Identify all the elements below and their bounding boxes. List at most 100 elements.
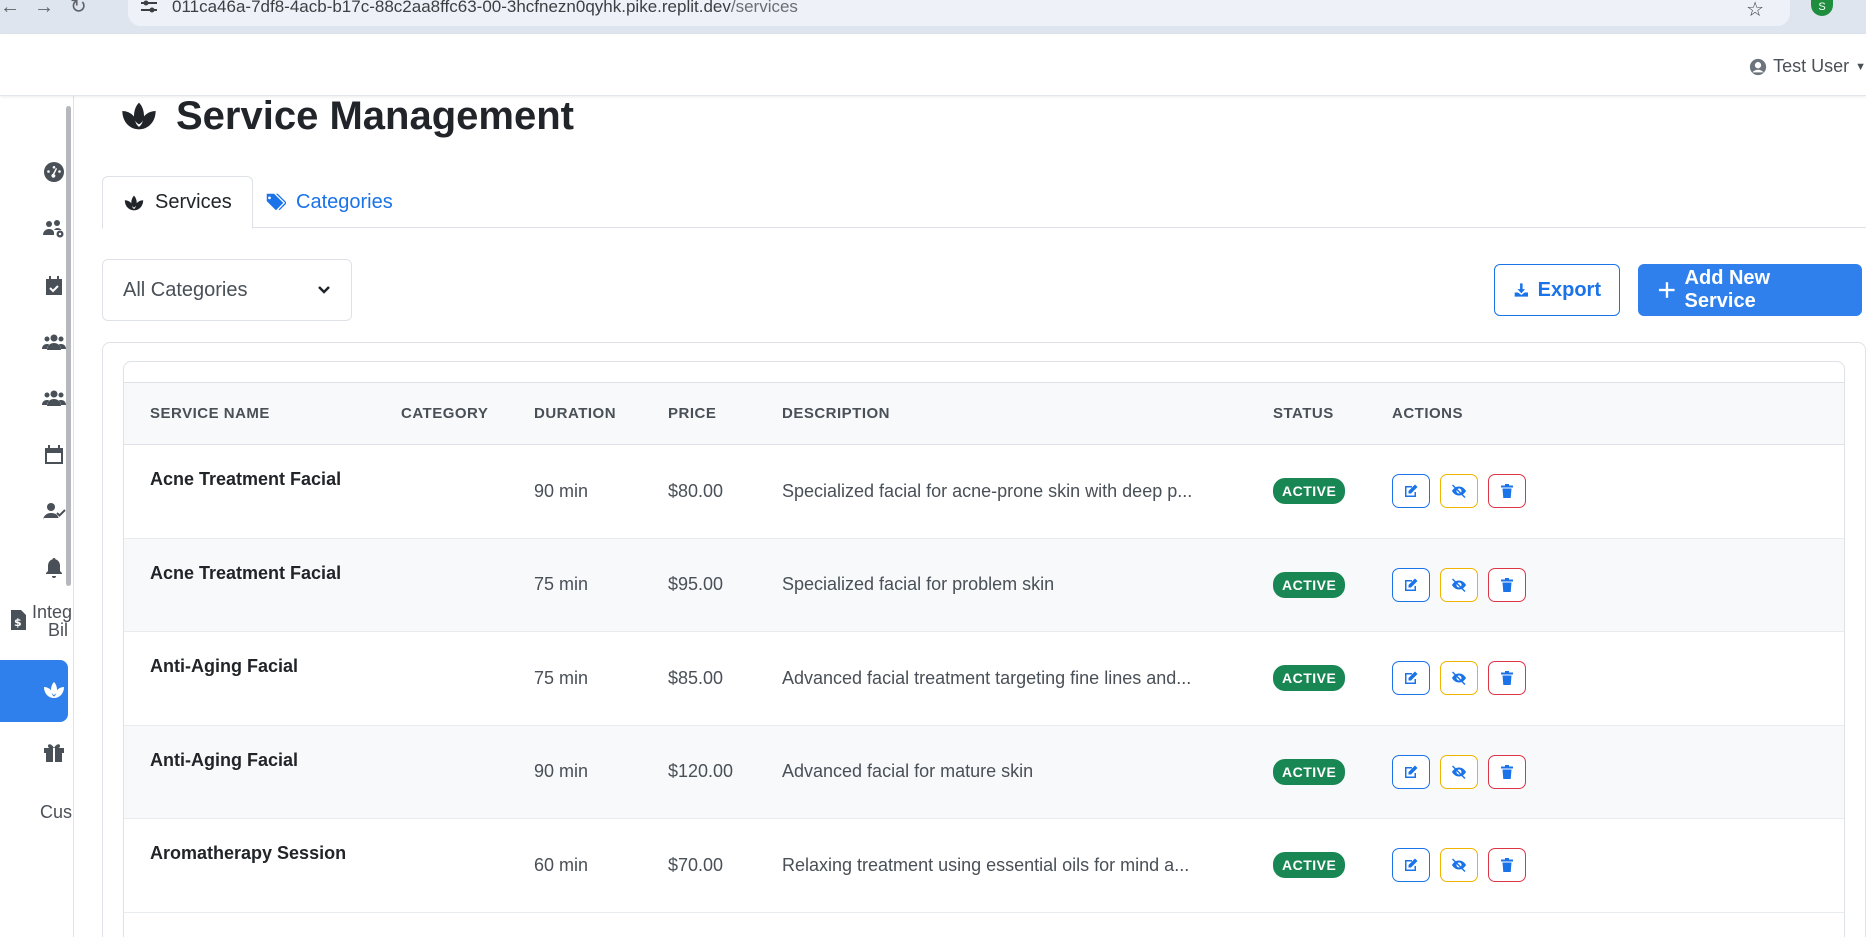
trash-icon <box>1501 577 1513 592</box>
user-name: Test User <box>1773 56 1850 76</box>
price-cell: $95.00 <box>668 574 724 595</box>
profile-avatar[interactable]: S <box>1811 0 1833 16</box>
status-badge: ACTIVE <box>1273 758 1346 785</box>
eye-slash-icon <box>1452 671 1466 686</box>
export-button[interactable]: Export <box>1494 264 1620 316</box>
delete-button[interactable] <box>1488 848 1526 883</box>
category-cell <box>375 819 508 913</box>
user-menu[interactable]: Test User ▼ <box>1749 56 1866 77</box>
price-cell: $80.00 <box>668 480 724 501</box>
tab-categories[interactable]: Categories <box>244 176 413 228</box>
delete-button[interactable] <box>1488 474 1526 509</box>
edit-button[interactable] <box>1392 567 1430 602</box>
gauge-icon <box>44 162 64 182</box>
category-filter-select[interactable]: All Categories <box>102 259 352 321</box>
toggle-visibility-button[interactable] <box>1440 754 1478 789</box>
column-header-status[interactable]: STATUS <box>1247 383 1366 445</box>
duration-cell: 90 min <box>534 761 589 782</box>
service-name-cell: Anti-Aging Facial <box>150 749 298 770</box>
tab-label: Services <box>155 191 232 213</box>
site-settings-icon[interactable] <box>140 0 158 14</box>
price-cell: $120.00 <box>668 761 734 782</box>
sidebar-item-customers[interactable]: Cus <box>0 786 72 826</box>
sidebar-item-notifications[interactable] <box>0 548 68 588</box>
actions-cell <box>1366 538 1844 632</box>
column-header-actions: ACTIONS <box>1392 405 1463 422</box>
spa-lotus-icon <box>124 195 144 210</box>
category-cell <box>375 632 508 726</box>
edit-button[interactable] <box>1392 661 1430 696</box>
status-badge: ACTIVE <box>1273 852 1346 879</box>
service-name-cell: Anti-Aging Facial <box>150 656 298 676</box>
sidebar-item-services[interactable] <box>0 660 68 722</box>
edit-icon <box>1405 765 1418 778</box>
gift-icon <box>44 744 64 762</box>
services-card: SERVICE NAME CATEGORY DURATION PRICE DES… <box>102 342 1866 937</box>
table-row[interactable]: Anti-Aging Facial 75 min $85.00 Advanced… <box>124 632 1844 726</box>
sidebar-item-dashboard[interactable] <box>0 152 68 192</box>
description-cell: Specialized facial for problem skin <box>782 574 1055 595</box>
price-cell: $70.00 <box>668 854 724 875</box>
sidebar-item-staff-settings[interactable] <box>0 209 68 249</box>
sidebar-partial-label-bil: Bil <box>48 620 69 640</box>
bookmark-star-icon[interactable]: ☆ <box>1746 0 1764 22</box>
tab-services[interactable]: Services <box>102 176 253 229</box>
status-cell: ACTIVE <box>1247 632 1366 726</box>
url-path: /services <box>730 0 798 16</box>
forward-icon[interactable]: → <box>34 0 54 17</box>
table-row[interactable]: Anti-Aging Facial 90 min $120.00 Advance… <box>124 725 1844 819</box>
tab-label: Categories <box>296 190 393 213</box>
svg-text:$: $ <box>14 616 22 629</box>
eye-slash-icon <box>1452 484 1466 499</box>
delete-button[interactable] <box>1488 567 1526 602</box>
column-header-category[interactable]: CATEGORY <box>375 383 508 445</box>
column-header-description[interactable]: DESCRIPTION <box>756 383 1247 445</box>
eye-slash-icon <box>1452 858 1466 873</box>
category-cell <box>375 445 508 539</box>
table-row[interactable]: Aromatherapy Session 60 min $70.00 Relax… <box>124 819 1844 913</box>
toggle-visibility-button[interactable] <box>1440 661 1478 696</box>
sidebar-item-integrated-billing[interactable]: $ Integ Bil <box>0 596 72 646</box>
duration-cell: 75 min <box>534 574 589 595</box>
edit-button[interactable] <box>1392 848 1430 883</box>
delete-button[interactable] <box>1488 661 1526 696</box>
edit-button[interactable] <box>1392 474 1430 509</box>
description-cell: Relaxing treatment using essential oils … <box>782 854 1190 875</box>
add-new-service-button[interactable]: Add New Service <box>1638 264 1862 316</box>
table-header-row: SERVICE NAME CATEGORY DURATION PRICE DES… <box>124 382 1844 445</box>
toggle-visibility-button[interactable] <box>1440 567 1478 602</box>
status-cell: ACTIVE <box>1247 725 1366 819</box>
toggle-visibility-button[interactable] <box>1440 848 1478 883</box>
address-bar[interactable]: 011ca46a-7df8-4acb-b17c-88c2aa8ffc63-00-… <box>128 0 1790 26</box>
table-row[interactable]: Acne Treatment Facial 90 min $80.00 Spec… <box>124 445 1844 539</box>
duration-cell: 60 min <box>534 854 589 875</box>
sidebar-item-staff[interactable] <box>0 378 68 418</box>
url-text[interactable]: 011ca46a-7df8-4acb-b17c-88c2aa8ffc63-00-… <box>172 0 798 17</box>
category-cell <box>375 725 508 819</box>
bell-icon <box>46 558 62 578</box>
back-icon[interactable]: ← <box>0 0 20 17</box>
eye-slash-icon <box>1452 765 1466 779</box>
tags-icon <box>265 193 286 211</box>
table-row[interactable]: Acne Treatment Facial 75 min $95.00 Spec… <box>124 538 1844 632</box>
column-header-duration[interactable]: DURATION <box>508 383 642 445</box>
sidebar-item-appointments[interactable] <box>0 266 68 306</box>
sidebar-item-user-check[interactable] <box>0 492 68 532</box>
toggle-visibility-button[interactable] <box>1440 474 1478 509</box>
delete-button[interactable] <box>1488 754 1526 789</box>
status-cell: ACTIVE <box>1247 538 1366 632</box>
edit-icon <box>1405 484 1418 498</box>
sidebar-item-calendar[interactable] <box>0 435 68 475</box>
column-header-service-name[interactable]: SERVICE NAME <box>124 383 375 445</box>
trash-icon <box>1501 671 1513 686</box>
description-cell: Specialized facial for acne-prone skin w… <box>782 480 1193 501</box>
sidebar-item-gifts[interactable] <box>0 732 68 772</box>
edit-button[interactable] <box>1392 754 1430 789</box>
users-icon <box>42 334 66 350</box>
calendar-check-icon <box>46 276 62 295</box>
reload-icon[interactable]: ↻ <box>70 0 87 17</box>
file-invoice-dollar-icon: $ <box>11 610 26 630</box>
sidebar-item-clients[interactable] <box>0 322 68 362</box>
services-table: SERVICE NAME CATEGORY DURATION PRICE DES… <box>124 382 1844 913</box>
column-header-price[interactable]: PRICE <box>642 383 756 445</box>
